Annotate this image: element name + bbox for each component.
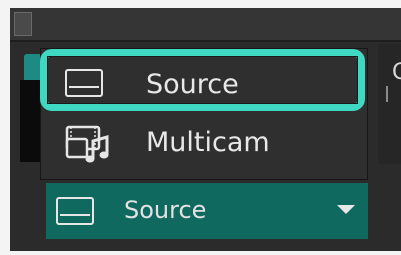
chevron-down-icon[interactable] [337,205,355,214]
partial-right-text: C [392,60,401,85]
view-mode-dropdown-menu: Source Multicam [40,48,368,180]
view-mode-selector[interactable]: Source [46,183,368,239]
menu-item-multicam[interactable]: Multicam [41,115,367,173]
ruler-tick [386,86,388,102]
source-icon [65,69,103,97]
selector-label: Source [124,196,207,224]
menu-item-source[interactable]: Source [41,55,367,113]
scroll-handle[interactable] [14,12,32,36]
source-icon [56,197,94,225]
multicam-icon [65,125,109,163]
toolbar-divider [10,40,401,42]
menu-item-label: Source [146,69,239,100]
menu-item-label: Multicam [146,127,270,158]
top-toolbar-strip [10,8,401,40]
